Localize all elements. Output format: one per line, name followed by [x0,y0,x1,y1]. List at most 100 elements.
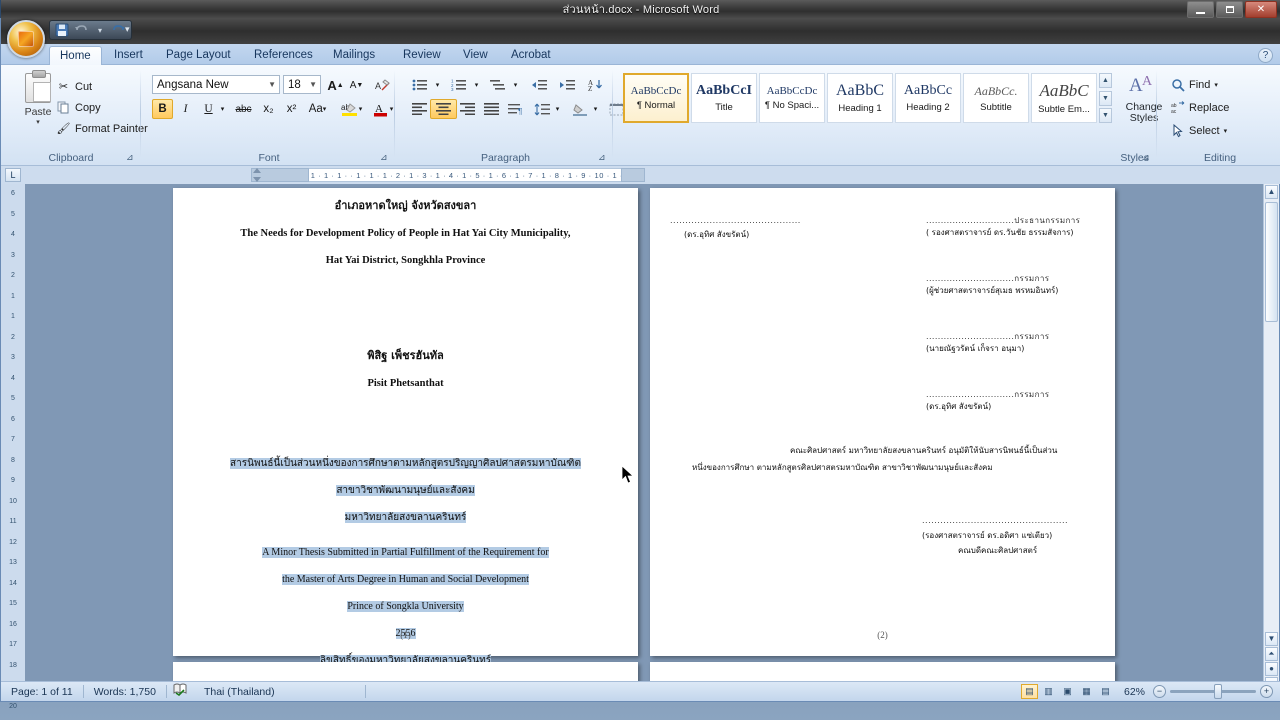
decrease-indent-icon[interactable] [526,75,553,95]
select-button[interactable]: Select ▾ [1167,121,1230,140]
proofing-icon[interactable] [167,682,194,702]
close-button[interactable]: ✕ [1245,1,1277,18]
shading-dropdown-icon[interactable]: ▾ [590,99,601,119]
word-count[interactable]: Words: 1,750 [84,682,166,702]
align-center-icon[interactable] [430,99,457,119]
format-painter-button[interactable]: 🖌 Format Painter [53,119,151,138]
zoom-level[interactable]: 62% [1120,682,1153,702]
style-title[interactable]: AaBbCcI Title [691,73,757,123]
office-button[interactable] [7,20,45,58]
align-right-icon[interactable] [454,99,481,119]
tab-review[interactable]: Review [393,46,451,65]
help-icon[interactable]: ? [1258,48,1273,63]
document-line[interactable]: Prince of Songkla University [195,596,616,614]
view-full-screen-reading[interactable]: ▥ [1040,684,1057,699]
numbering-dropdown-icon[interactable]: ▾ [471,75,482,95]
styles-more-icon[interactable]: ▼ [1099,108,1112,123]
customize-qat-icon[interactable]: ▾ [125,24,130,35]
language-indicator[interactable]: Thai (Thailand) [194,682,285,702]
zoom-slider[interactable]: − + [1153,684,1280,699]
vertical-scrollbar[interactable]: ▲ ▼ ⏶ ● ⏷ [1263,184,1279,692]
vertical-ruler[interactable]: 6543211234567891011121314151617181920212… [1,184,25,710]
find-dropdown-icon[interactable]: ▾ [1214,81,1218,89]
paragraph-dialog-launcher[interactable]: ⊿ [598,152,609,163]
grow-font-button[interactable]: A ▲ [325,75,346,95]
font-dialog-launcher[interactable]: ⊿ [380,152,391,163]
bold-button[interactable]: B [152,99,173,119]
style-normal[interactable]: AaBbCcDc ¶ Normal [623,73,689,123]
document-line[interactable]: Pisit Phetsanthat [195,373,616,391]
style-heading-2[interactable]: AaBbCc Heading 2 [895,73,961,123]
style-no-spacing[interactable]: AaBbCcDc ¶ No Spaci... [759,73,825,123]
horizontal-ruler[interactable]: · 1 · 3 · 1 · 2 · 1 · 1 · 1 · · 1 · 1 · … [251,168,645,182]
minimize-button[interactable] [1187,1,1214,18]
tab-references[interactable]: References [244,46,323,65]
browse-object-icon[interactable]: ● [1265,662,1278,676]
scroll-thumb[interactable] [1265,202,1278,322]
align-left-icon[interactable] [406,99,433,119]
tab-home[interactable]: Home [49,46,102,65]
increase-indent-icon[interactable] [554,75,581,95]
zoom-track[interactable] [1170,684,1256,699]
multilevel-list-icon[interactable] [484,75,511,95]
styles-scroll-up-icon[interactable]: ▲ [1099,73,1112,88]
styles-dialog-launcher[interactable]: ⊿ [1142,152,1153,163]
paste-dropdown-icon[interactable]: ▾ [36,118,40,126]
show-formatting-marks-icon[interactable]: ¶ [502,99,529,119]
view-web-layout[interactable]: ▣ [1059,684,1076,699]
zoom-out-button[interactable]: − [1153,685,1166,698]
scroll-up-icon[interactable]: ▲ [1265,185,1278,199]
document-line[interactable]: the Master of Arts Degree in Human and S… [195,569,616,587]
zoom-in-button[interactable]: + [1260,685,1273,698]
font-size-combo[interactable]: 18 ▼ [283,75,321,94]
maximize-button[interactable] [1216,1,1243,18]
tab-acrobat[interactable]: Acrobat [501,46,561,65]
undo-icon[interactable] [73,22,89,38]
document-line[interactable]: มหาวิทยาลัยสงขลานครินทร์ [195,507,616,525]
subscript-button[interactable]: x₂ [258,99,279,119]
line-spacing-dropdown-icon[interactable]: ▾ [552,99,563,119]
bullets-icon[interactable] [406,75,433,95]
change-case-button[interactable]: Aa ▾ [304,99,331,119]
replace-button[interactable]: ab ac Replace [1167,98,1232,117]
page-2[interactable]: ........................................… [650,188,1115,656]
underline-button[interactable]: U [198,99,219,119]
justify-icon[interactable] [478,99,505,119]
highlight-dropdown-icon[interactable]: ▾ [355,99,366,119]
document-line[interactable]: สาขาวิชาพัฒนามนุษย์และสังคม [195,480,616,498]
style-heading-1[interactable]: AaBbC Heading 1 [827,73,893,123]
undo-dropdown-icon[interactable]: ▾ [92,22,108,38]
font-color-dropdown-icon[interactable]: ▾ [386,99,397,119]
chevron-down-icon[interactable]: ▼ [309,80,317,89]
document-line[interactable]: อำเภอหาดใหญ่ จังหวัดสงขลา [195,196,616,214]
first-line-indent-marker[interactable] [253,168,261,173]
style-subtle-emphasis[interactable]: AaBbC Subtle Em... [1031,73,1097,123]
style-subtitle[interactable]: AaBbCc. Subtitle [963,73,1029,123]
scroll-down-icon[interactable]: ▼ [1265,632,1278,646]
document-canvas[interactable]: อำเภอหาดใหญ่ จังหวัดสงขลา The Needs for D… [25,184,1265,692]
document-line[interactable]: A Minor Thesis Submitted in Partial Fulf… [195,542,616,560]
document-line[interactable]: The Needs for Development Policy of Peop… [195,223,616,241]
document-line[interactable]: สารนิพนธ์นี้เป็นส่วนหนึ่งของการศึกษาตามห… [195,453,616,471]
tab-insert[interactable]: Insert [104,46,153,65]
find-button[interactable]: Find ▾ [1167,75,1221,94]
line-spacing-icon[interactable] [528,99,555,119]
view-outline[interactable]: ▦ [1078,684,1095,699]
underline-dropdown-icon[interactable]: ▾ [217,99,228,119]
select-dropdown-icon[interactable]: ▾ [1224,127,1228,135]
styles-scroll-down-icon[interactable]: ▼ [1099,90,1112,106]
sort-icon[interactable]: AZ [582,75,609,95]
save-icon[interactable] [54,22,70,38]
page-indicator[interactable]: Page: 1 of 11 [1,682,83,702]
tab-stop-selector[interactable]: L [5,168,21,182]
document-line[interactable]: พิสิฐ เพ็ชรฮันทัล [195,346,616,364]
previous-page-icon[interactable]: ⏶ [1265,647,1278,661]
shading-icon[interactable] [566,99,593,119]
multilevel-dropdown-icon[interactable]: ▾ [510,75,521,95]
bullets-dropdown-icon[interactable]: ▾ [432,75,443,95]
zoom-thumb[interactable] [1214,684,1222,699]
strikethrough-button[interactable]: abc [231,99,256,119]
cut-button[interactable]: ✂ Cut [53,77,95,96]
chevron-down-icon[interactable]: ▼ [268,80,276,89]
page-1[interactable]: อำเภอหาดใหญ่ จังหวัดสงขลา The Needs for D… [173,188,638,666]
